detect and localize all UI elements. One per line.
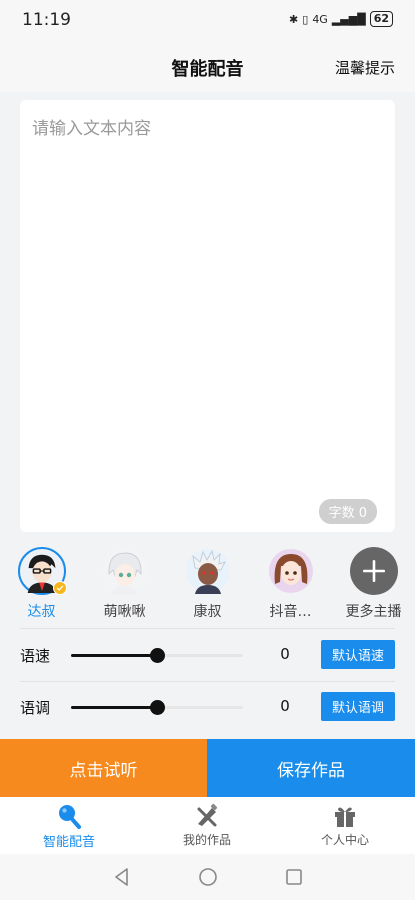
bluetooth-icon: ✱ (289, 12, 299, 26)
default-speed-button[interactable]: 默认语速 (321, 640, 395, 669)
network-label: 4G (312, 12, 328, 26)
speed-slider-thumb[interactable] (150, 648, 165, 663)
default-pitch-button[interactable]: 默认语调 (321, 692, 395, 721)
voice-item-douyin[interactable]: 抖音… (249, 540, 332, 626)
voice-item-dashu[interactable]: 达叔 (0, 540, 83, 626)
text-editor-card: 字数 0 (20, 100, 395, 532)
voice-item-mengjiujiu[interactable]: 萌啾啾 (83, 540, 166, 626)
battery-indicator: 62 (369, 11, 393, 27)
voice-name: 康叔 (193, 604, 222, 620)
tab-label: 我的作品 (182, 833, 231, 847)
speed-label: 语速 (20, 647, 51, 665)
tab-profile[interactable]: 个人中心 (276, 797, 414, 854)
voice-name: 更多主播 (345, 604, 402, 620)
tips-link[interactable]: 温馨提示 (335, 57, 395, 78)
selected-check-icon (52, 581, 67, 595)
signal-icon: ▂▄▆█ (331, 12, 366, 26)
voice-selector: 达叔 萌啾啾 康叔 抖音… 更多主播 (0, 540, 415, 626)
microphone-icon (59, 805, 81, 829)
works-icon (197, 803, 218, 827)
tab-label: 智能配音 (42, 835, 95, 850)
back-icon[interactable] (111, 866, 133, 888)
voice-name: 萌啾啾 (103, 604, 146, 620)
speed-slider[interactable] (71, 648, 243, 663)
pitch-value: 0 (280, 697, 290, 715)
char-count-badge: 字数 0 (318, 499, 377, 524)
avatar-mengjiujiu-icon (101, 547, 149, 595)
system-nav-bar (0, 854, 415, 900)
pitch-label: 语调 (20, 699, 51, 717)
tab-my-works[interactable]: 我的作品 (138, 797, 276, 854)
pitch-slider[interactable] (71, 700, 243, 715)
bottom-tab-bar: 智能配音 我的作品 个人中心 (0, 797, 415, 854)
status-time: 11:19 (22, 10, 71, 30)
voice-item-kangshu[interactable]: 康叔 (166, 540, 249, 626)
pitch-row: 语调 0 默认语调 (0, 681, 415, 733)
speed-value: 0 (280, 645, 290, 663)
recents-icon[interactable] (283, 866, 305, 888)
speed-row: 语速 0 默认语速 (0, 629, 415, 681)
avatar-douyin-icon (267, 547, 315, 595)
status-bar: 11:19 ✱ ▯ 4G ▂▄▆█ 62 (0, 0, 415, 40)
listen-button[interactable]: 点击试听 (0, 739, 207, 797)
tab-voice-dubbing[interactable]: 智能配音 (0, 797, 138, 854)
tab-label: 个人中心 (320, 833, 369, 847)
speed-slider-fill (71, 654, 157, 657)
voice-name: 达叔 (27, 604, 56, 620)
avatar-dashu-icon (17, 547, 67, 595)
status-icons: ✱ ▯ 4G ▂▄▆█ 62 (289, 11, 393, 27)
text-input[interactable] (20, 100, 395, 532)
voice-name: 抖音… (269, 604, 312, 620)
more-voices-button[interactable]: 更多主播 (332, 540, 415, 626)
plus-icon (349, 547, 398, 595)
vibrate-icon: ▯ (302, 12, 309, 26)
action-bar: 点击试听 保存作品 (0, 739, 415, 797)
pitch-slider-fill (71, 706, 157, 709)
gift-icon (335, 807, 355, 827)
home-icon[interactable] (197, 866, 219, 888)
pitch-slider-thumb[interactable] (150, 700, 165, 715)
avatar-kangshu-icon (184, 547, 232, 595)
app-header: 智能配音 温馨提示 (0, 40, 415, 92)
save-work-button[interactable]: 保存作品 (207, 739, 415, 797)
